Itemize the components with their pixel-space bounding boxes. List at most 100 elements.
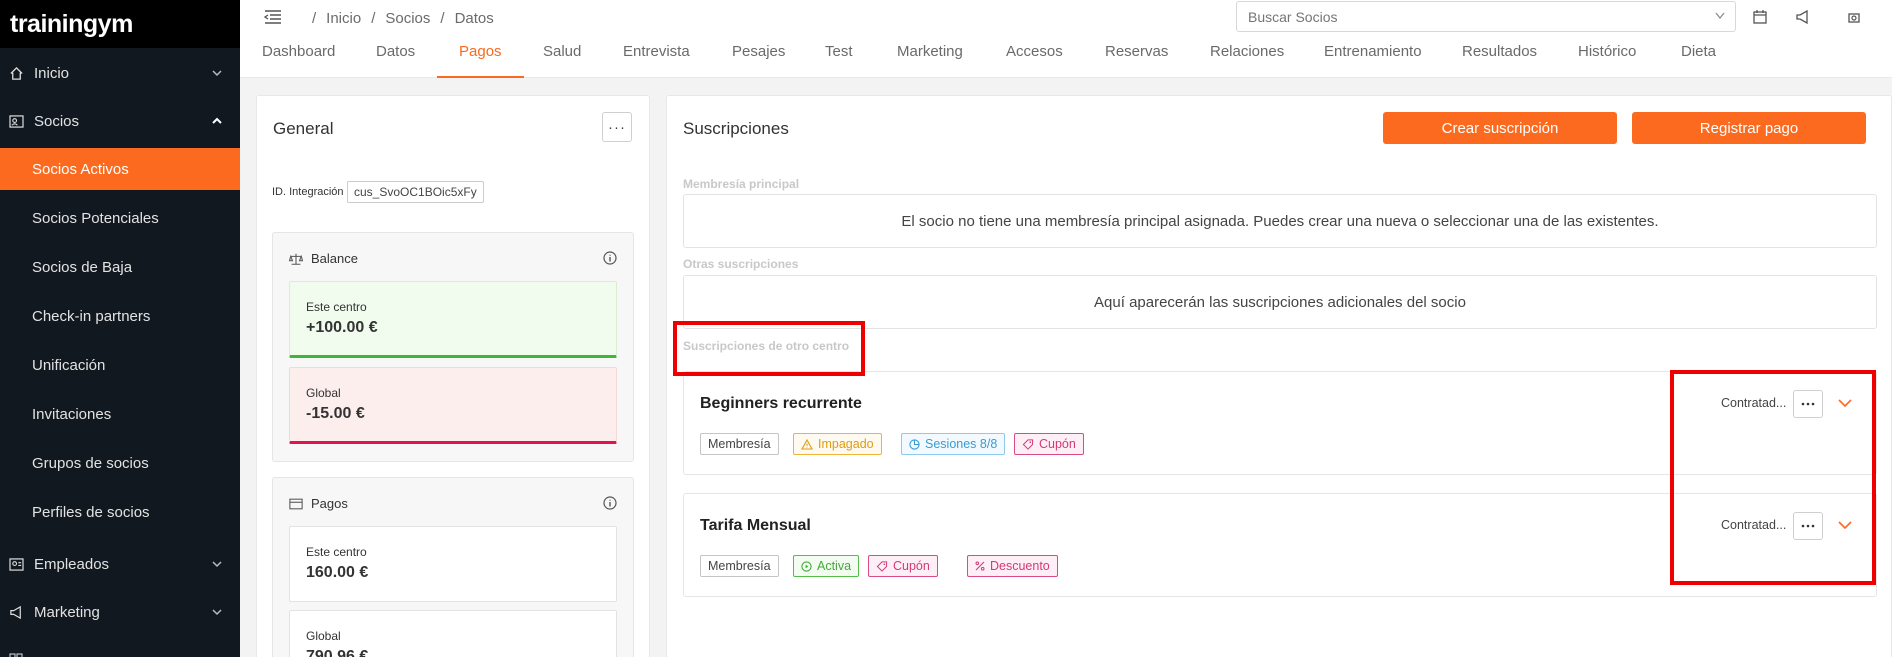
other-subscriptions-label: Otras suscripciones — [683, 257, 799, 271]
home-icon — [8, 65, 24, 81]
sidebar-item-empleados[interactable]: Empleados — [0, 541, 240, 587]
integration-label: ID. Integración — [272, 186, 344, 198]
info-icon[interactable] — [603, 251, 617, 265]
subscription-name: Beginners recurrente — [700, 395, 862, 412]
sidebar-sub-checkin-partners[interactable]: Check-in partners — [0, 295, 240, 337]
breadcrumb-socios[interactable]: Socios — [385, 10, 430, 27]
grid-icon — [8, 652, 24, 657]
tab-pagos[interactable]: Pagos — [437, 43, 524, 78]
integration-id: cus_SvoOC1BOic5xFy — [347, 181, 484, 203]
subscriptions-title: Suscripciones — [683, 119, 789, 138]
tag-label: Membresía — [708, 559, 771, 573]
sidebar: trainingym Inicio Socios Socios Activos … — [0, 0, 240, 657]
breadcrumb-datos: Datos — [454, 10, 494, 27]
sidebar-item-label: ... — [34, 652, 47, 657]
tag-descuento: Descuento — [967, 555, 1058, 577]
sidebar-sub-perfiles-socios[interactable]: Perfiles de socios — [0, 491, 240, 533]
balance-panel: Balance Este centro +100.00 € Global -15… — [272, 232, 634, 462]
sidebar-item-label: Socios — [34, 112, 80, 130]
tab-accesos[interactable]: Accesos — [1006, 43, 1063, 78]
sidebar-sub-socios-potenciales[interactable]: Socios Potenciales — [0, 197, 240, 239]
info-icon[interactable] — [603, 496, 617, 510]
main-membership-label: Membresía principal — [683, 177, 800, 191]
balance-global-value: -15.00 € — [306, 405, 365, 422]
megaphone-icon — [8, 604, 24, 620]
balance-global-box: Global -15.00 € — [289, 367, 617, 444]
chevron-down-icon — [212, 561, 222, 568]
id-badge-icon — [8, 556, 24, 572]
tab-resultados[interactable]: Resultados — [1462, 43, 1537, 78]
balance-centro-value: +100.00 € — [306, 319, 378, 336]
tab-reservas[interactable]: Reservas — [1105, 43, 1168, 78]
breadcrumb: / Inicio / Socios / Datos — [312, 10, 504, 27]
tag-label: Cupón — [1039, 437, 1076, 451]
play-circle-icon — [801, 560, 812, 572]
pagos-panel: Pagos Este centro 160.00 € Global 790.96… — [272, 477, 634, 657]
register-payment-button[interactable]: Registrar pago — [1632, 112, 1866, 144]
subscription-name: Tarifa Mensual — [700, 517, 811, 534]
pagos-centro-box: Este centro 160.00 € — [289, 526, 617, 602]
tab-entrenamiento[interactable]: Entrenamiento — [1324, 43, 1422, 78]
tag-cupon: Cupón — [1014, 433, 1084, 455]
calendar-icon[interactable] — [1752, 9, 1768, 25]
main-membership-empty: El socio no tiene una membresía principa… — [683, 194, 1877, 248]
sidebar-sub-unificacion[interactable]: Unificación — [0, 344, 240, 386]
tab-datos[interactable]: Datos — [376, 43, 415, 78]
sidebar-item-label: Inicio — [34, 64, 70, 82]
pagos-centro-label: Este centro — [306, 545, 367, 559]
tab-entrevista[interactable]: Entrevista — [623, 43, 690, 78]
tag-activa: Activa — [793, 555, 860, 577]
tab-test[interactable]: Test — [825, 43, 853, 78]
chevron-down-icon — [212, 609, 222, 616]
general-title: General — [273, 119, 334, 138]
general-more-button[interactable]: ··· — [602, 112, 632, 142]
search-socios-select[interactable] — [1236, 1, 1736, 32]
tag-label: Cupón — [893, 559, 930, 573]
breadcrumb-sep: / — [440, 10, 445, 27]
breadcrumb-inicio[interactable]: Inicio — [326, 10, 361, 27]
sidebar-item-marketing[interactable]: Marketing — [0, 589, 240, 635]
highlight-box-subscription-actions — [1670, 370, 1876, 585]
menu-toggle-icon[interactable] — [264, 9, 282, 25]
tag-label: Descuento — [990, 559, 1050, 573]
tab-pesajes[interactable]: Pesajes — [732, 43, 785, 78]
sidebar-sub-socios-activos[interactable]: Socios Activos — [0, 148, 240, 190]
tag-label: Impagado — [818, 437, 874, 451]
general-card: General ··· ID. Integración cus_SvoOC1BO… — [256, 95, 650, 657]
search-input[interactable] — [1237, 2, 1735, 31]
pagos-header: Pagos — [289, 496, 348, 511]
pagos-title: Pagos — [311, 496, 348, 511]
tab-dashboard[interactable]: Dashboard — [262, 43, 335, 78]
balance-header: Balance — [289, 251, 358, 266]
breadcrumb-sep: / — [312, 10, 317, 27]
create-subscription-button[interactable]: Crear suscripción — [1383, 112, 1617, 144]
sidebar-sub-grupos-socios[interactable]: Grupos de socios — [0, 442, 240, 484]
tab-dieta[interactable]: Dieta — [1681, 43, 1716, 78]
sidebar-sub-socios-baja[interactable]: Socios de Baja — [0, 246, 240, 288]
pagos-centro-value: 160.00 € — [306, 564, 369, 581]
tab-relaciones[interactable]: Relaciones — [1210, 43, 1284, 78]
highlight-box-other-center — [673, 321, 865, 376]
id-card-icon — [8, 113, 24, 129]
credit-card-icon — [289, 498, 303, 509]
balance-centro-box: Este centro +100.00 € — [289, 281, 617, 358]
member-tabs: Dashboard Datos Pagos Salud Entrevista P… — [240, 40, 1892, 78]
pagos-global-value: 790.96 € — [306, 648, 369, 657]
tab-marketing[interactable]: Marketing — [897, 43, 963, 78]
announcement-icon[interactable] — [1795, 9, 1811, 25]
sidebar-item-label: Marketing — [34, 603, 100, 621]
sidebar-sub-invitaciones[interactable]: Invitaciones — [0, 393, 240, 435]
sidebar-item-socios[interactable]: Socios — [0, 98, 240, 144]
tab-historico[interactable]: Histórico — [1578, 43, 1636, 78]
tag-membresia: Membresía — [700, 555, 779, 577]
balance-global-label: Global — [306, 386, 341, 400]
camera-icon[interactable] — [1846, 9, 1862, 25]
tag-icon — [1022, 438, 1034, 450]
chevron-up-icon — [212, 117, 222, 124]
pagos-global-box: Global 790.96 € — [289, 610, 617, 657]
sidebar-item-inicio[interactable]: Inicio — [0, 50, 240, 96]
tag-label: Activa — [817, 559, 852, 573]
tab-salud[interactable]: Salud — [543, 43, 581, 78]
sidebar-item-partial[interactable]: ... — [0, 637, 240, 657]
balance-centro-label: Este centro — [306, 300, 367, 314]
